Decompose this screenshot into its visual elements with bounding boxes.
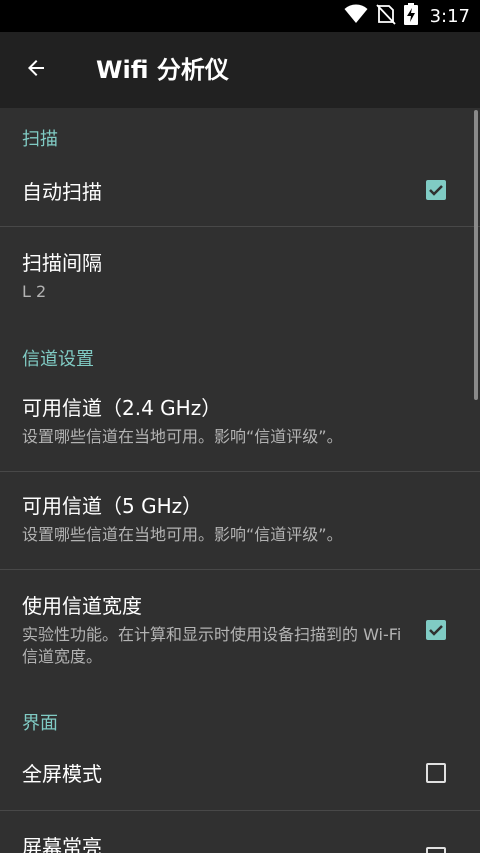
pref-title: 可用信道（5 GHz） bbox=[22, 494, 203, 518]
pref-title: 全屏模式 bbox=[22, 762, 102, 786]
arrow-back-icon bbox=[24, 56, 48, 84]
keep-screen-on-checkbox[interactable] bbox=[426, 847, 446, 853]
check-icon bbox=[429, 625, 443, 636]
fullscreen-checkbox[interactable] bbox=[426, 763, 446, 783]
page-title: Wifi 分析仪 bbox=[96, 56, 229, 84]
pref-title: 可用信道（2.4 GHz） bbox=[22, 396, 222, 420]
pref-keep-screen-on[interactable]: 屏幕常亮 bbox=[0, 811, 480, 853]
pref-auto-scan[interactable]: 自动扫描 bbox=[0, 164, 480, 226]
status-icons: 3:17 bbox=[344, 3, 470, 29]
pref-fullscreen[interactable]: 全屏模式 bbox=[0, 744, 480, 810]
back-button[interactable] bbox=[14, 48, 58, 92]
pref-channels-5ghz[interactable]: 可用信道（5 GHz） 设置哪些信道在当地可用。影响“信道评级”。 bbox=[0, 472, 480, 570]
pref-summary: L 2 bbox=[22, 282, 47, 301]
status-bar: 3:17 bbox=[0, 0, 480, 32]
wifi-icon bbox=[344, 4, 368, 28]
pref-title: 自动扫描 bbox=[22, 180, 102, 204]
pref-scan-interval[interactable]: 扫描间隔 L 2 bbox=[0, 227, 480, 327]
channel-width-checkbox[interactable] bbox=[426, 620, 446, 640]
pref-channels-24ghz[interactable]: 可用信道（2.4 GHz） 设置哪些信道在当地可用。影响“信道评级”。 bbox=[0, 380, 480, 472]
battery-charging-icon bbox=[403, 3, 418, 29]
pref-channel-width[interactable]: 使用信道宽度 实验性功能。在计算和显示时使用设备扫描到的 Wi-Fi 信道宽度。 bbox=[0, 570, 480, 694]
category-channel: 信道设置 bbox=[22, 349, 94, 370]
category-scan: 扫描 bbox=[22, 129, 58, 150]
scrollbar[interactable] bbox=[474, 110, 478, 400]
pref-title: 屏幕常亮 bbox=[22, 835, 102, 853]
pref-summary: 设置哪些信道在当地可用。影响“信道评级”。 bbox=[22, 525, 343, 544]
status-time: 3:17 bbox=[429, 5, 470, 27]
category-ui: 界面 bbox=[22, 713, 58, 734]
check-icon bbox=[429, 185, 443, 196]
pref-title: 使用信道宽度 bbox=[22, 594, 142, 618]
toolbar: Wifi 分析仪 bbox=[0, 32, 480, 108]
pref-summary: 设置哪些信道在当地可用。影响“信道评级”。 bbox=[22, 427, 343, 446]
pref-title: 扫描间隔 bbox=[22, 251, 102, 275]
preference-list[interactable]: 扫描 自动扫描 扫描间隔 L 2 信道设置 可用信道（2.4 GHz） 设置哪些… bbox=[0, 108, 480, 853]
no-sim-icon bbox=[375, 3, 396, 29]
pref-summary: 实验性功能。在计算和显示时使用设备扫描到的 Wi-Fi 信道宽度。 bbox=[22, 625, 402, 666]
auto-scan-checkbox[interactable] bbox=[426, 180, 446, 200]
